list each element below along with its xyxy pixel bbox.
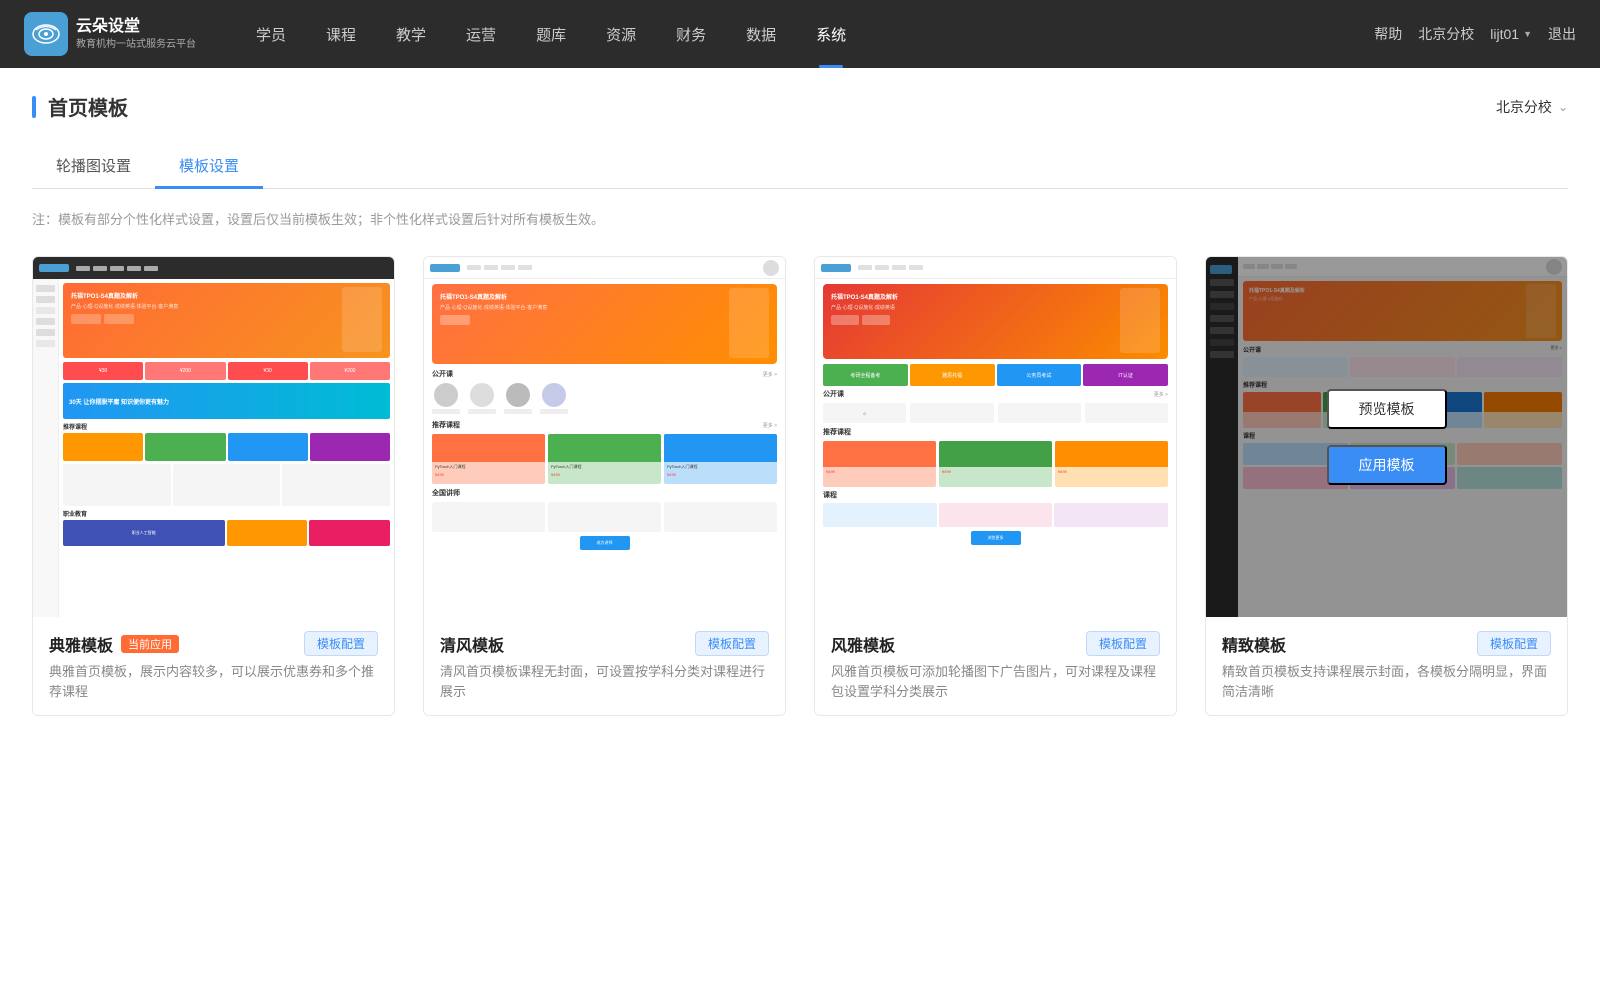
preview-button-jingzhi[interactable]: 预览模板 (1327, 389, 1447, 429)
template-preview-jingzhi: 托福TPO1-S4真题及解析 产品·心理·Q设施化 公开课更多 > (1206, 257, 1567, 617)
logout-button[interactable]: 退出 (1548, 24, 1576, 44)
template-name-fengya: 风雅模板 (831, 632, 895, 656)
template-title-left-jingzhi: 精致模板 (1222, 632, 1286, 656)
navbar-right: 帮助 北京分校 lijt01 退出 (1374, 24, 1576, 44)
user-menu[interactable]: lijt01 (1490, 26, 1532, 42)
navbar-nav: 学员 课程 教学 运营 题库 资源 财务 数据 系统 (236, 0, 1374, 68)
template-title-row-qingfeng: 清风模板 模板配置 (440, 631, 769, 656)
nav-data[interactable]: 数据 (726, 0, 796, 68)
template-preview-qingfeng: 托福TPO1-S4真题及解析 产品·心理·Q设施化·成绩英语·体验平台·客户满意… (424, 257, 785, 617)
template-overlay-jingzhi: 预览模板 应用模板 (1206, 257, 1567, 617)
template-name-jingzhi: 精致模板 (1222, 632, 1286, 656)
template-grid: 托福TPO1-S4真题及解析 产品·心理·Q设施化·成绩英语·体验平台·客户满意 (32, 256, 1568, 716)
template-title-row-fengya: 风雅模板 模板配置 (831, 631, 1160, 656)
help-link[interactable]: 帮助 (1374, 24, 1402, 44)
page-title: 首页模板 (48, 92, 128, 121)
template-info-jingzhi: 精致模板 模板配置 精致首页模板支持课程展示封面，各模板分隔明显，界面简洁清晰 (1206, 617, 1567, 715)
config-button-dianyan[interactable]: 模板配置 (304, 631, 378, 656)
current-badge-dianyan: 当前应用 (121, 635, 179, 653)
template-card-qingfeng[interactable]: 托福TPO1-S4真题及解析 产品·心理·Q设施化·成绩英语·体验平台·客户满意… (423, 256, 786, 716)
template-title-left-qingfeng: 清风模板 (440, 632, 504, 656)
template-desc-jingzhi: 精致首页模板支持课程展示封面，各模板分隔明显，界面简洁清晰 (1222, 662, 1551, 701)
template-info-dianyan: 典雅模板 当前应用 模板配置 典雅首页模板，展示内容较多，可以展示优惠券和多个推… (33, 617, 394, 715)
template-name-qingfeng: 清风模板 (440, 632, 504, 656)
page-content: 首页模板 北京分校 ⌄ 轮播图设置 模板设置 注：模板有部分个性化样式设置，设置… (0, 68, 1600, 990)
tab-carousel[interactable]: 轮播图设置 (32, 145, 155, 189)
navbar: 云朵设堂 教育机构一站式服务云平台 学员 课程 教学 运营 题库 资源 财务 数… (0, 0, 1600, 68)
template-card-jingzhi[interactable]: 托福TPO1-S4真题及解析 产品·心理·Q设施化 公开课更多 > (1205, 256, 1568, 716)
nav-system[interactable]: 系统 (796, 0, 866, 68)
template-info-fengya: 风雅模板 模板配置 风雅首页模板可添加轮播图下广告图片，可对课程及课程包设置学科… (815, 617, 1176, 715)
branch-name[interactable]: 北京分校 (1418, 24, 1474, 44)
branch-selector[interactable]: 北京分校 ⌄ (1496, 97, 1568, 117)
tabs: 轮播图设置 模板设置 (32, 145, 1568, 189)
template-title-row: 典雅模板 当前应用 模板配置 (49, 631, 378, 656)
template-title-row-jingzhi: 精致模板 模板配置 (1222, 631, 1551, 656)
chevron-down-icon: ⌄ (1558, 100, 1568, 114)
template-desc-fengya: 风雅首页模板可添加轮播图下广告图片，可对课程及课程包设置学科分类展示 (831, 662, 1160, 701)
logo-text: 云朵设堂 教育机构一站式服务云平台 (76, 17, 196, 51)
template-card-fengya[interactable]: 托福TPO1-S4真题及解析 产品·心理·Q设施化·成绩英语 考研全程备 (814, 256, 1177, 716)
template-preview-dianyan: 托福TPO1-S4真题及解析 产品·心理·Q设施化·成绩英语·体验平台·客户满意 (33, 257, 394, 617)
page-title-wrap: 首页模板 (32, 92, 128, 121)
template-info-qingfeng: 清风模板 模板配置 清风首页模板课程无封面，可设置按学科分类对课程进行展示 (424, 617, 785, 715)
config-button-qingfeng[interactable]: 模板配置 (695, 631, 769, 656)
logo-icon (24, 12, 68, 56)
template-desc-qingfeng: 清风首页模板课程无封面，可设置按学科分类对课程进行展示 (440, 662, 769, 701)
template-title-left: 典雅模板 当前应用 (49, 632, 179, 656)
template-desc-dianyan: 典雅首页模板，展示内容较多，可以展示优惠券和多个推荐课程 (49, 662, 378, 701)
nav-resources[interactable]: 资源 (586, 0, 656, 68)
nav-students[interactable]: 学员 (236, 0, 306, 68)
note-text: 注：模板有部分个性化样式设置，设置后仅当前模板生效；非个性化样式设置后针对所有模… (32, 209, 1568, 228)
page-title-bar (32, 96, 36, 118)
nav-teaching[interactable]: 教学 (376, 0, 446, 68)
template-card-dianyan[interactable]: 托福TPO1-S4真题及解析 产品·心理·Q设施化·成绩英语·体验平台·客户满意 (32, 256, 395, 716)
nav-questionbank[interactable]: 题库 (516, 0, 586, 68)
config-button-jingzhi[interactable]: 模板配置 (1477, 631, 1551, 656)
nav-courses[interactable]: 课程 (306, 0, 376, 68)
nav-finance[interactable]: 财务 (656, 0, 726, 68)
page-header: 首页模板 北京分校 ⌄ (32, 92, 1568, 121)
template-preview-fengya: 托福TPO1-S4真题及解析 产品·心理·Q设施化·成绩英语 考研全程备 (815, 257, 1176, 617)
logo[interactable]: 云朵设堂 教育机构一站式服务云平台 (24, 12, 196, 56)
apply-button-jingzhi[interactable]: 应用模板 (1327, 445, 1447, 485)
tab-template[interactable]: 模板设置 (155, 145, 263, 189)
config-button-fengya[interactable]: 模板配置 (1086, 631, 1160, 656)
template-name-dianyan: 典雅模板 (49, 632, 113, 656)
nav-operations[interactable]: 运营 (446, 0, 516, 68)
template-title-left-fengya: 风雅模板 (831, 632, 895, 656)
